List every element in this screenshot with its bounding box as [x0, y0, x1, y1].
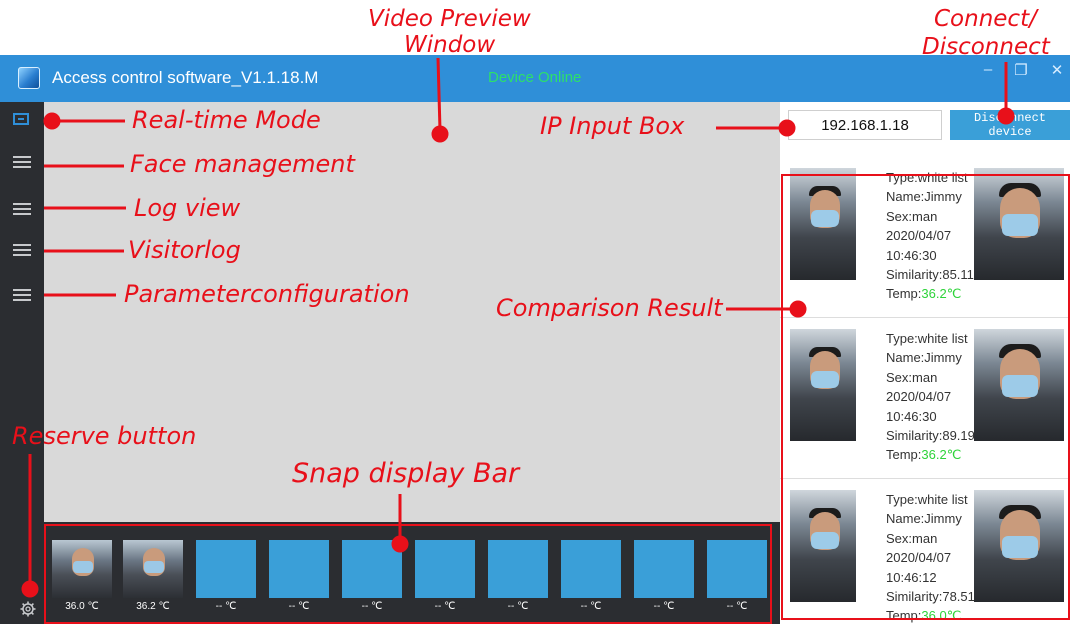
- annotation-comparison-result: Comparison Result: [496, 294, 723, 322]
- annotation-ip-input-box: IP Input Box: [540, 112, 685, 140]
- annotation-realtime-mode: Real-time Mode: [132, 106, 321, 134]
- annotation-log-view: Log view: [134, 194, 241, 222]
- annotation-parameter-configuration: Parameterconfiguration: [124, 280, 410, 308]
- annotation-video-preview: Video Preview: [368, 6, 531, 32]
- annotation-snap-display-bar: Snap display Bar: [292, 458, 520, 489]
- annotation-disconnect: Disconnect: [922, 34, 1050, 60]
- annotation-face-management: Face management: [130, 150, 355, 178]
- annotation-visitor-log: Visitorlog: [128, 236, 241, 264]
- annotation-connect: Connect/: [934, 6, 1037, 32]
- annotation-video-preview-window: Window: [404, 32, 496, 58]
- annotation-reserve-button: Reserve button: [12, 422, 197, 450]
